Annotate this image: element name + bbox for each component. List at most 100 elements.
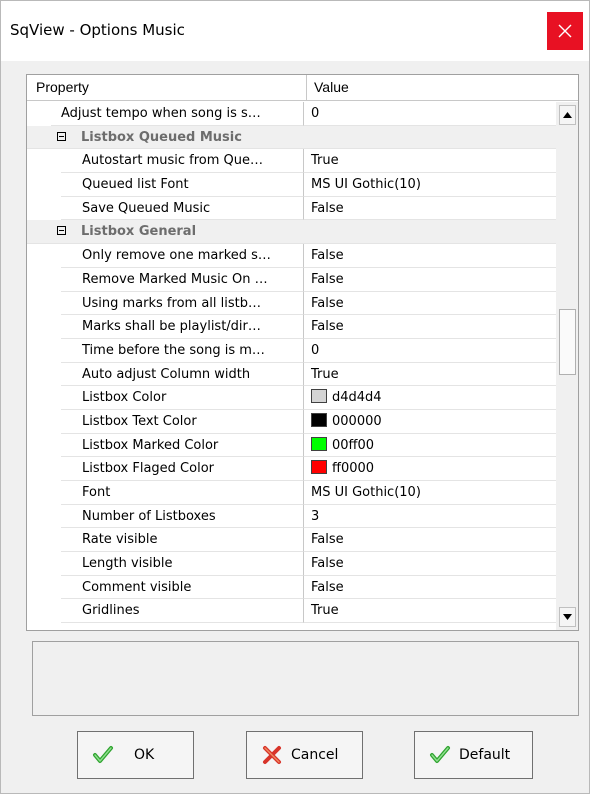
scroll-down-button[interactable] [559, 607, 576, 627]
property-row[interactable]: Listbox Color d4d4d4 [27, 386, 556, 410]
property-value[interactable]: True [304, 149, 556, 174]
property-row[interactable]: Number of Listboxes 3 [27, 504, 556, 529]
ok-button[interactable]: OK [77, 731, 194, 779]
color-value: d4d4d4 [332, 390, 382, 406]
color-value: 000000 [332, 413, 382, 429]
header-value[interactable]: Value [307, 75, 349, 100]
category-label: Listbox Queued Music [81, 129, 242, 145]
property-row[interactable]: Listbox Text Color 000000 [27, 409, 556, 434]
property-name: Using marks from all listb… [61, 291, 304, 316]
property-row[interactable]: Length visible False [27, 552, 556, 576]
property-name: Rate visible [61, 528, 304, 553]
property-row[interactable]: Using marks from all listb… False [27, 291, 556, 316]
color-swatch [311, 389, 327, 404]
property-value[interactable]: True [304, 599, 556, 624]
property-rows: Adjust tempo when song is s… 0 Listbox Q… [27, 102, 556, 624]
property-value[interactable]: False [304, 292, 556, 316]
property-value[interactable]: True [304, 363, 556, 387]
property-row[interactable]: Only remove one marked s… False [27, 244, 556, 268]
property-name: Font [61, 481, 304, 505]
close-button[interactable] [547, 12, 583, 50]
property-name: Save Queued Music [61, 196, 304, 221]
property-value[interactable]: 3 [304, 505, 556, 529]
property-value[interactable]: 0 [304, 339, 556, 363]
property-value[interactable]: False [304, 315, 556, 339]
green-check-icon [93, 746, 113, 763]
property-row[interactable]: Marks shall be playlist/dir… False [27, 315, 556, 339]
default-button[interactable]: Default [414, 731, 533, 779]
collapse-toggle-icon[interactable] [57, 131, 66, 141]
cancel-button[interactable]: Cancel [246, 731, 363, 779]
property-value[interactable]: False [304, 528, 556, 553]
property-value[interactable]: 0 [304, 102, 556, 126]
property-value[interactable]: False [304, 268, 556, 292]
property-name: Listbox Text Color [61, 409, 304, 434]
window-title: SqView - Options Music [10, 21, 185, 39]
property-row[interactable]: Rate visible False [27, 528, 556, 553]
property-row[interactable]: Gridlines True [27, 599, 556, 624]
cancel-label: Cancel [291, 747, 339, 763]
property-row[interactable]: Queued list Font MS UI Gothic(10) [27, 173, 556, 197]
arrow-down-icon [563, 614, 572, 620]
property-value[interactable]: False [304, 552, 556, 576]
property-name: Time before the song is m… [61, 338, 304, 363]
property-row[interactable]: Save Queued Music False [27, 196, 556, 221]
property-row-adjust-tempo[interactable]: Adjust tempo when song is s… 0 [27, 102, 556, 126]
property-row[interactable]: Listbox Flaged Color ff0000 [27, 457, 556, 481]
property-row[interactable]: Remove Marked Music On … False [27, 267, 556, 292]
property-value[interactable]: MS UI Gothic(10) [304, 481, 556, 505]
property-value[interactable]: 000000 [304, 410, 556, 434]
ok-label: OK [134, 747, 155, 763]
default-label: Default [459, 747, 511, 763]
color-swatch [311, 412, 327, 427]
property-value[interactable]: MS UI Gothic(10) [304, 173, 556, 197]
property-value[interactable]: 00ff00 [304, 434, 556, 458]
property-name: Length visible [61, 552, 304, 576]
property-grid[interactable]: Property Value Adjust tempo when song is… [26, 74, 579, 631]
category-listbox-queued-music[interactable]: Listbox Queued Music [27, 125, 556, 150]
property-row[interactable]: Autostart music from Que… True [27, 149, 556, 174]
property-row[interactable]: Auto adjust Column width True [27, 362, 556, 387]
red-x-icon [263, 746, 281, 764]
property-name: Marks shall be playlist/dir… [61, 315, 304, 339]
grid-header: Property Value [27, 75, 578, 101]
collapse-toggle-icon[interactable] [57, 226, 66, 236]
property-name: Gridlines [61, 599, 304, 624]
property-row[interactable]: Font MS UI Gothic(10) [27, 481, 556, 505]
description-panel [32, 641, 579, 716]
property-value[interactable]: False [304, 244, 556, 268]
category-listbox-general[interactable]: Listbox General [27, 220, 556, 245]
property-name: Listbox Flaged Color [61, 457, 304, 481]
property-name: Comment visible [61, 575, 304, 600]
vertical-scrollbar[interactable] [556, 102, 578, 630]
options-dialog: SqView - Options Music Property Value Ad… [0, 0, 590, 794]
property-name: Auto adjust Column width [61, 362, 304, 387]
property-name: Remove Marked Music On … [61, 267, 304, 292]
green-check-icon [430, 746, 450, 763]
property-name: Number of Listboxes [61, 504, 304, 529]
property-name: Autostart music from Que… [61, 149, 304, 174]
property-value[interactable]: d4d4d4 [304, 386, 556, 410]
property-name: Listbox Marked Color [61, 433, 304, 458]
scroll-thumb[interactable] [559, 309, 576, 375]
property-value[interactable]: ff0000 [304, 457, 556, 481]
property-row[interactable]: Comment visible False [27, 575, 556, 600]
property-name: Adjust tempo when song is s… [51, 102, 304, 126]
color-value: 00ff00 [332, 437, 375, 453]
title-bar: SqView - Options Music [1, 1, 589, 61]
category-label: Listbox General [81, 224, 197, 240]
color-swatch [311, 460, 327, 475]
color-value: ff0000 [332, 461, 375, 477]
color-swatch [311, 436, 327, 451]
arrow-up-icon [563, 112, 572, 118]
close-icon [558, 24, 572, 38]
property-row[interactable]: Time before the song is m… 0 [27, 338, 556, 363]
property-value[interactable]: False [304, 576, 556, 600]
property-row[interactable]: Listbox Marked Color 00ff00 [27, 433, 556, 458]
property-name: Queued list Font [61, 173, 304, 197]
property-name: Listbox Color [61, 386, 304, 410]
property-value[interactable]: False [304, 197, 556, 221]
property-name: Only remove one marked s… [61, 244, 304, 268]
header-property[interactable]: Property [27, 75, 307, 100]
scroll-up-button[interactable] [559, 105, 576, 125]
